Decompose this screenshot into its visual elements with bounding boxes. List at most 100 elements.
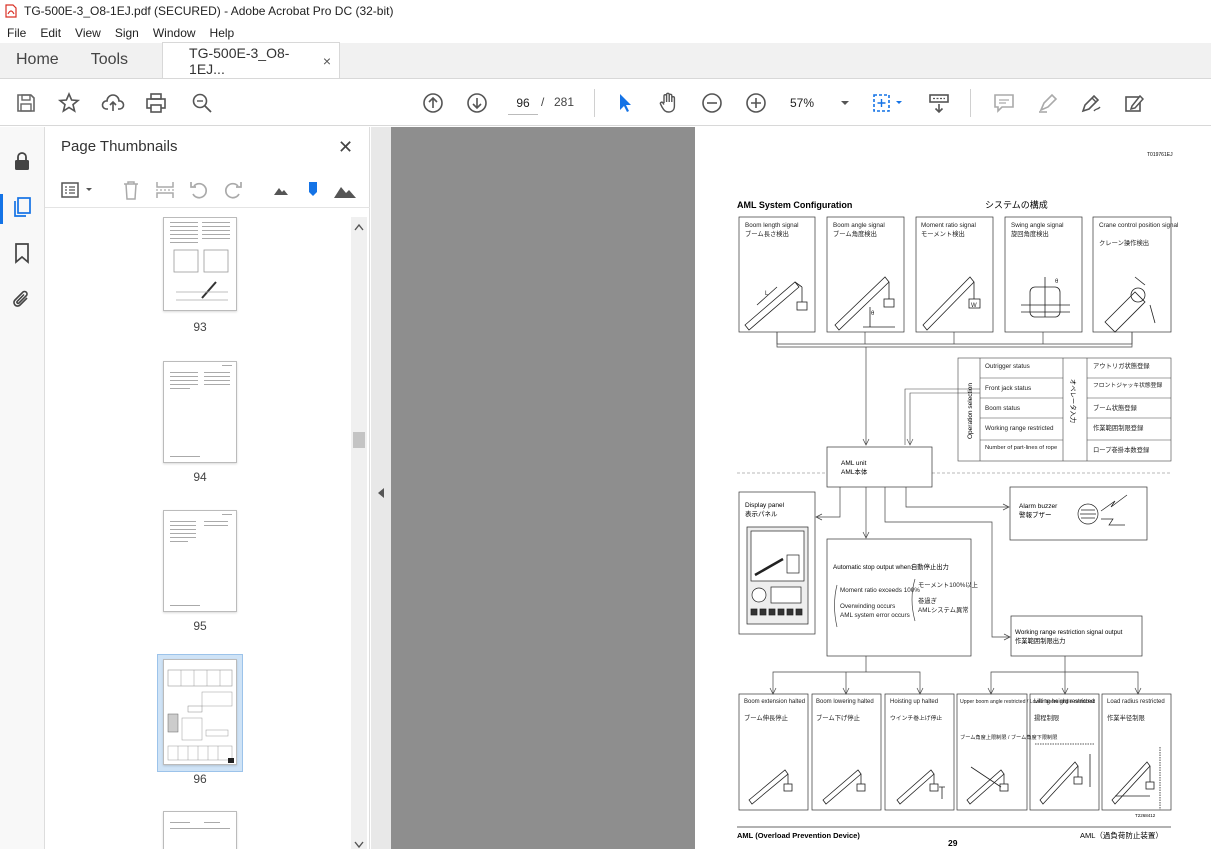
page-thumbnails-icon[interactable] [10,195,34,219]
save-icon[interactable] [14,91,38,115]
output-lifting-height-en: Lifting height restricted [1034,699,1094,705]
thumbnail-page-95[interactable] [163,510,237,612]
acrobat-app-icon [5,4,17,18]
draw-pen-icon[interactable] [1079,91,1103,115]
document-viewer-background [391,127,695,849]
scroll-mode-icon[interactable] [927,91,951,115]
signal-boom-length-en: Boom length signal [745,222,799,229]
footer-right: AML（過負荷防止装置） [1080,830,1163,840]
thumbnail-size-small-icon[interactable] [269,178,293,202]
menu-file[interactable]: File [0,26,33,40]
page-separator: / [541,95,545,109]
alarm-buzzer-en: Alarm buzzer [1019,503,1058,510]
tab-close-icon[interactable]: × [323,53,331,69]
auto-stop-overwind-jp: 巻過ぎ [918,596,937,605]
panel-close-icon[interactable]: ✕ [338,137,353,158]
thumbnail-options-icon[interactable] [59,178,99,202]
thumbnail-page-93[interactable] [163,217,237,311]
tab-document[interactable]: TG-500E-3_O8-1EJ... × [162,42,341,78]
zoom-out-icon[interactable] [700,91,724,115]
thumbnail-list: 93 94 95 96 [45,217,351,849]
panel-collapse-gutter[interactable] [371,127,391,849]
attachments-paperclip-icon[interactable] [10,287,34,311]
thumbnail-page-94[interactable] [163,361,237,463]
fit-page-icon[interactable] [870,91,906,115]
thumbnail-page-97[interactable] [163,811,237,849]
hand-tool-icon[interactable] [656,91,680,115]
tab-home[interactable]: Home [0,42,75,78]
menu-window[interactable]: Window [146,26,203,40]
zoom-level-dropdown[interactable]: 57% [790,93,850,113]
auto-stop-moment-en: Moment ratio exceeds 100% [840,587,920,594]
chevron-down-icon [841,101,849,105]
thumbnail-page-96[interactable] [163,659,237,765]
signal-swing-angle-jp: 旋回角度検出 [1011,229,1049,238]
aml-unit-en: AML unit [841,460,867,467]
tab-tools[interactable]: Tools [75,42,144,78]
zoom-in-icon[interactable] [744,91,768,115]
thumbnail-size-large-icon[interactable] [333,178,357,202]
op-boom-status-en: Boom status [985,405,1020,412]
highlight-pen-icon[interactable] [1036,91,1060,115]
title-bar: TG-500E-3_O8-1EJ.pdf (SECURED) - Adobe A… [0,0,1211,22]
toolbar-divider [594,89,595,117]
select-cursor-icon[interactable] [613,91,637,115]
output-boom-extension-jp: ブーム伸長停止 [744,713,788,722]
page-number: 29 [948,838,958,848]
signal-boom-angle-jp: ブーム角度検出 [833,229,877,238]
collapse-panel-icon[interactable] [377,487,385,499]
aml-system-configuration-diagram: T019761EJ AML System Configuration システムの… [737,152,1178,848]
auto-stop-moment-jp: モーメント100%以上 [918,580,978,589]
upload-cloud-icon[interactable] [101,91,125,115]
menu-sign[interactable]: Sign [108,26,146,40]
op-outrigger-jp: アウトリガ状態登録 [1093,361,1150,370]
extract-page-icon[interactable] [153,178,177,202]
bookmarks-icon[interactable] [10,241,34,265]
thumbnail-scrollbar[interactable] [351,217,367,849]
scroll-down-icon[interactable] [354,841,364,849]
rotate-right-icon[interactable] [221,178,245,202]
lock-icon[interactable] [10,149,34,173]
menu-view[interactable]: View [68,26,108,40]
doc-code: T019761EJ [1147,152,1173,158]
operation-selection-label: Operation selection [967,383,974,439]
signal-crane-control-jp: クレーン操作検出 [1099,238,1149,247]
op-part-lines-en: Number of part-lines of rope [985,445,1057,451]
fill-sign-icon[interactable] [1123,91,1147,115]
pdf-page: T019761EJ AML System Configuration システムの… [695,127,1211,849]
output-lifting-height-jp: 揚程制限 [1034,713,1060,722]
print-icon[interactable] [144,91,168,115]
bookmark-star-icon[interactable] [57,91,81,115]
signal-moment-ratio-en: Moment ratio signal [921,222,976,229]
footer-left: AML (Overload Prevention Device) [737,831,860,840]
scroll-up-icon[interactable] [354,223,364,231]
auto-stop-error-en: AML system error occurs [840,612,910,619]
search-zoom-icon[interactable] [190,91,214,115]
rotate-left-icon[interactable] [187,178,211,202]
thumbnail-label-94: 94 [193,470,207,484]
menu-bar: File Edit View Sign Window Help [0,22,1211,43]
signal-boom-angle-en: Boom angle signal [833,222,885,229]
scrollbar-thumb[interactable] [353,432,365,448]
output-load-radius-en: Load radius restricted [1107,699,1165,705]
tab-document-label: TG-500E-3_O8-1EJ... [189,44,290,77]
page-number-input[interactable]: 96 [508,91,538,115]
comment-icon[interactable] [992,91,1016,115]
next-page-icon[interactable] [465,91,489,115]
auto-stop-title-en: Automatic stop output when: [833,564,913,571]
panel-title: Page Thumbnails [61,138,178,155]
menu-edit[interactable]: Edit [33,26,68,40]
thumbnail-size-slider-icon[interactable] [301,178,325,202]
svg-text:W: W [971,303,977,309]
delete-page-icon[interactable] [119,178,143,202]
aml-unit-jp: AML本体 [841,467,868,476]
previous-page-icon[interactable] [421,91,445,115]
output-boom-lowering-jp: ブーム下げ停止 [816,713,860,722]
menu-help[interactable]: Help [203,26,242,40]
section-title-jp: システムの構成 [985,199,1048,210]
display-panel-en: Display panel [745,502,785,509]
op-part-lines-jp: ロープ巻掛本数登録 [1093,445,1150,454]
signal-crane-control-en: Crane control position signal [1099,222,1178,229]
working-range-output-en: Working range restriction signal output [1015,629,1123,636]
alarm-buzzer-jp: 警報ブザー [1019,510,1052,519]
